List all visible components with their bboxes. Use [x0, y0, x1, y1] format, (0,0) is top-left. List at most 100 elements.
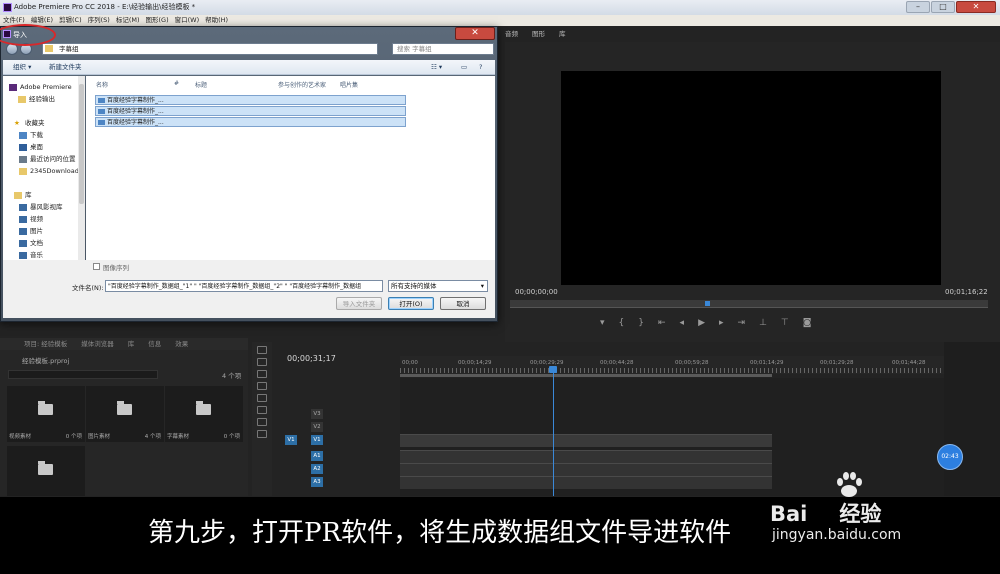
import-folder-button[interactable]: 导入文件夹	[336, 297, 382, 310]
dialog-search-input[interactable]: 搜索 字幕组	[392, 43, 494, 55]
column-title[interactable]: 标题	[195, 80, 207, 89]
menu-help[interactable]: 帮助(H)	[205, 15, 228, 26]
bin-video[interactable]: 视频素材 0 个项	[7, 386, 85, 442]
program-scrubber[interactable]	[510, 300, 988, 308]
file-row[interactable]: 百度经验字幕制作_...	[95, 106, 406, 116]
filetype-select[interactable]: 所有支持的媒体 ▾	[388, 280, 488, 292]
marker-icon[interactable]: ▾	[600, 318, 605, 328]
razor-tool-icon[interactable]	[257, 382, 267, 390]
tab-effects[interactable]: 效果	[175, 338, 188, 350]
work-area-bar[interactable]	[400, 374, 772, 377]
step-back-icon[interactable]: ◂	[680, 318, 685, 328]
nav-recent[interactable]: 最近访问的位置	[19, 154, 76, 165]
nav-storm-library[interactable]: 暴风影视库	[19, 202, 63, 213]
source-patch-v1[interactable]: V1	[285, 435, 297, 445]
nav-desktop[interactable]: 桌面	[19, 142, 43, 153]
tab-audio[interactable]: 音频	[505, 28, 518, 40]
watermark-url: jingyan.baidu.com	[772, 527, 902, 543]
tab-info[interactable]: 信息	[148, 338, 161, 350]
maximize-button[interactable]: □	[931, 1, 955, 13]
extract-icon[interactable]: ⊤	[781, 318, 789, 328]
program-playhead[interactable]	[705, 301, 710, 306]
menu-window[interactable]: 窗口(W)	[175, 15, 200, 26]
nav-libraries[interactable]: 库	[14, 190, 32, 201]
hand-tool-icon[interactable]	[257, 418, 267, 426]
clip-a2[interactable]	[400, 463, 772, 476]
menu-marker[interactable]: 标记(M)	[116, 15, 140, 26]
project-file-name: 经验模板.prproj	[22, 357, 70, 365]
app-title-bar: Adobe Premiere Pro CC 2018 - E:\经验输出\经验模…	[0, 0, 1000, 15]
selection-tool-icon[interactable]	[257, 346, 267, 354]
view-options-icon[interactable]: ☷ ▾	[431, 60, 442, 75]
column-name[interactable]: 名称	[96, 80, 108, 89]
bin-images[interactable]: 图片素材 4 个项	[86, 386, 164, 442]
image-sequence-checkbox[interactable]	[93, 263, 100, 270]
go-to-out-icon[interactable]: ⇥	[738, 318, 746, 328]
timeline-timecode[interactable]: 00;00;31;17	[287, 354, 336, 363]
project-search-input[interactable]	[8, 370, 158, 379]
nav-pictures[interactable]: 图片	[19, 226, 43, 237]
slip-tool-icon[interactable]	[257, 394, 267, 402]
nav-scroll-thumb[interactable]	[79, 84, 84, 204]
dialog-close-button[interactable]: ✕	[455, 27, 495, 40]
help-icon[interactable]: ?	[479, 60, 482, 75]
clip-a3[interactable]	[400, 476, 772, 489]
out-point-icon[interactable]: }	[638, 318, 644, 328]
filename-input[interactable]: "百度经验字幕制作_数据组_"1" " "百度经验字幕制作_数据组_"2" " …	[105, 280, 383, 292]
bin-item[interactable]	[7, 446, 85, 496]
file-row[interactable]: 百度经验字幕制作_...	[95, 117, 406, 127]
track-select-tool-icon[interactable]	[257, 358, 267, 366]
track-header-a2: A2	[283, 463, 399, 475]
lift-icon[interactable]: ⊥	[759, 318, 767, 328]
play-icon[interactable]: ▶	[698, 318, 705, 328]
tab-libraries[interactable]: 库	[559, 28, 566, 40]
ruler-ticks	[400, 368, 944, 373]
ruler-label: 00;00	[402, 360, 418, 366]
menu-sequence[interactable]: 序列(S)	[88, 15, 110, 26]
column-artist[interactable]: 参与创作的艺术家	[278, 80, 326, 89]
menu-graphics[interactable]: 图形(G)	[146, 15, 169, 26]
type-tool-icon[interactable]	[257, 430, 267, 438]
address-bar[interactable]: 字幕组	[42, 43, 378, 55]
organize-button[interactable]: 组织 ▾	[13, 60, 31, 75]
ripple-edit-tool-icon[interactable]	[257, 370, 267, 378]
step-forward-icon[interactable]: ▸	[719, 318, 724, 328]
nav-2345downloads[interactable]: 2345Downloads	[19, 166, 82, 177]
menu-clip[interactable]: 剪辑(C)	[59, 15, 82, 26]
open-button[interactable]: 打开(O)	[388, 297, 434, 310]
track-header-v3: V3	[283, 408, 399, 420]
nav-output[interactable]: 经验输出	[18, 94, 55, 105]
nav-favorites[interactable]: ★ 收藏夹	[14, 118, 45, 129]
close-button[interactable]: ✕	[956, 1, 996, 13]
ruler-label: 00;01;29;28	[820, 360, 854, 366]
cancel-button[interactable]: 取消	[440, 297, 486, 310]
camera-icon[interactable]: ◙	[803, 318, 812, 328]
preview-pane-icon[interactable]: ▭	[461, 60, 467, 75]
program-timecode[interactable]: 00;00;00;00	[515, 288, 558, 296]
pen-tool-icon[interactable]	[257, 406, 267, 414]
new-folder-button[interactable]: 新建文件夹	[49, 60, 82, 75]
nav-documents[interactable]: 文档	[19, 238, 43, 249]
minimize-button[interactable]: –	[906, 1, 930, 13]
tab-library[interactable]: 库	[128, 338, 135, 350]
timeline-playhead[interactable]	[549, 366, 557, 373]
column-album[interactable]: 唱片集	[340, 80, 358, 89]
nav-videos[interactable]: 视频	[19, 214, 43, 225]
ruler-label: 00;01;14;29	[750, 360, 784, 366]
tab-project[interactable]: 项目: 经验模板	[24, 338, 67, 350]
tab-media-browser[interactable]: 媒体浏览器	[81, 338, 114, 350]
clip-a1[interactable]	[400, 450, 772, 463]
track-header-v1: V1 V1	[283, 434, 399, 446]
nav-premiere[interactable]: Adobe Premiere	[9, 82, 72, 93]
image-file-icon	[98, 109, 105, 114]
program-duration: 00;01;16;22	[945, 288, 988, 296]
column-number[interactable]: #	[174, 80, 179, 87]
file-row[interactable]: 百度经验字幕制作_...	[95, 95, 406, 105]
nav-downloads[interactable]: 下载	[19, 130, 43, 141]
tab-graphics[interactable]: 图形	[532, 28, 545, 40]
bin-subtitles[interactable]: 字幕素材 0 个项	[165, 386, 243, 442]
go-to-in-icon[interactable]: ⇤	[658, 318, 666, 328]
image-sequence-label: 图像序列	[103, 264, 129, 272]
clip-v1[interactable]	[400, 434, 772, 447]
in-point-icon[interactable]: {	[619, 318, 625, 328]
